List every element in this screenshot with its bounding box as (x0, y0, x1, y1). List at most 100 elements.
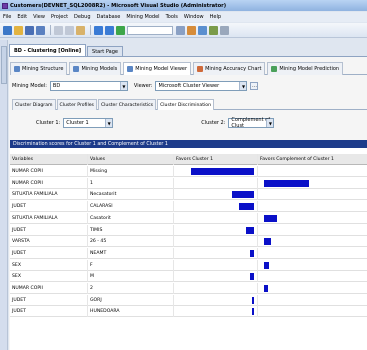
mining-model-select[interactable]: BD ▼ (49, 81, 128, 91)
find-icon[interactable] (176, 25, 185, 35)
tab-mining-models[interactable]: Mining Models (69, 62, 122, 75)
cluster1-select[interactable]: Cluster 1 ▼ (63, 118, 114, 128)
favors-complement-cell (258, 260, 367, 271)
tab-cluster-diagram[interactable]: Cluster Diagram (12, 99, 56, 110)
menu-debug[interactable]: Debug (74, 14, 90, 20)
prediction-icon (271, 66, 278, 72)
properties-icon[interactable] (198, 25, 207, 35)
redo-icon[interactable] (105, 25, 114, 35)
variable-cell: JUDET (10, 306, 88, 318)
favors-complement-cell (258, 201, 367, 212)
table-row[interactable]: NUMAR COPII Missing (10, 166, 367, 177)
solution-explorer-icon[interactable] (187, 25, 196, 35)
mining-model-label: Mining Model: (12, 83, 47, 89)
tab-mining-structure[interactable]: Mining Structure (10, 62, 68, 75)
title-bar: Customers(DEVNET_SQL2008R2) - Microsoft … (0, 0, 367, 11)
favors-cluster1-cell (174, 201, 258, 213)
favors-complement-cell (258, 178, 367, 189)
menu-file[interactable]: File (3, 14, 11, 20)
value-cell: 1 (88, 177, 174, 189)
favors-cluster1-bar (245, 226, 254, 234)
tab-cluster-profiles[interactable]: Cluster Profiles (56, 99, 97, 110)
value-cell: F (88, 259, 174, 271)
variable-cell: JUDET (10, 247, 88, 259)
menu-view[interactable]: View (33, 14, 45, 20)
col-variables[interactable]: Variables (10, 154, 88, 165)
favors-cluster1-cell (174, 259, 258, 271)
variable-cell: JUDET (10, 294, 88, 306)
table-row[interactable]: JUDET HUNEDOARA (10, 306, 367, 318)
chevron-down-icon: ▼ (266, 119, 274, 127)
doc-tab-bd-clustering[interactable]: BD - Clustering [Online] (9, 44, 87, 56)
toolbar-overflow-icon[interactable] (220, 25, 229, 35)
tab-cluster-discrimination[interactable]: Cluster Discrimination (157, 99, 215, 110)
variable-cell: JUDET (10, 224, 88, 236)
menu-help[interactable]: Help (210, 14, 221, 20)
favors-complement-cell (258, 283, 367, 294)
table-row[interactable]: JUDET NEAMT (10, 247, 367, 259)
table-row[interactable]: SITUATIA FAMILIALA Necasatorit (10, 189, 367, 201)
variable-cell: NUMAR COPII (10, 166, 88, 177)
tab-mining-accuracy-chart[interactable]: Mining Accuracy Chart (193, 62, 266, 75)
table-row[interactable]: JUDET GORJ (10, 294, 367, 306)
variable-cell: SEX (10, 259, 88, 271)
copy-icon[interactable] (65, 25, 74, 35)
menu-edit[interactable]: Edit (17, 14, 27, 20)
favors-complement-cell (258, 295, 367, 306)
favors-complement-bar (264, 285, 268, 292)
favors-cluster1-cell (174, 236, 258, 248)
favors-complement-cell (258, 248, 367, 259)
favors-complement-bar (264, 214, 277, 222)
table-header-row: Variables Values Favors Cluster 1 Favors… (10, 154, 367, 165)
favors-complement-cell (258, 236, 367, 247)
visual-studio-icon (2, 2, 8, 9)
table-row[interactable]: NUMAR COPII 1 (10, 177, 367, 189)
new-project-icon[interactable] (3, 25, 12, 35)
variable-cell: JUDET (10, 201, 88, 213)
menu-window[interactable]: Window (184, 14, 204, 20)
col-values[interactable]: Values (88, 154, 174, 165)
start-debug-icon[interactable] (116, 25, 125, 35)
table-row[interactable]: NUMAR COPII 2 (10, 283, 367, 294)
menu-bar: File Edit View Project Debug Database Mi… (0, 12, 367, 22)
tab-mining-model-prediction[interactable]: Mining Model Prediction (267, 62, 344, 75)
table-row[interactable]: SEX M (10, 271, 367, 283)
table-row[interactable]: JUDET CALARASI (10, 201, 367, 213)
doc-tab-start-page[interactable]: Start Page (87, 46, 123, 56)
save-icon[interactable] (25, 25, 34, 35)
open-folder-icon[interactable] (14, 25, 23, 35)
col-favors-cluster1[interactable]: Favors Cluster 1 (174, 154, 258, 165)
cluster2-select[interactable]: Complement of Clust ▼ (228, 117, 275, 129)
left-toolwindow-strip (0, 40, 8, 350)
solution-config-combo[interactable] (127, 25, 173, 35)
table-row[interactable]: SITUATIA FAMILIALA Casatorit (10, 212, 367, 224)
favors-cluster1-cell (174, 166, 258, 177)
value-cell: HUNEDOARA (88, 306, 174, 318)
toolbox-tab[interactable] (1, 46, 7, 84)
cluster2-label: Cluster 2: (201, 120, 226, 126)
table-row[interactable]: VARSTA 26 - 45 (10, 236, 367, 248)
undo-icon[interactable] (94, 25, 103, 35)
chevron-down-icon: ▼ (239, 82, 247, 90)
table-row[interactable]: SEX F (10, 259, 367, 271)
cut-icon[interactable] (54, 25, 63, 35)
save-all-icon[interactable] (36, 25, 45, 35)
tab-cluster-characteristics[interactable]: Cluster Characteristics (97, 99, 157, 110)
mining-structure-icon (14, 66, 20, 72)
favors-cluster1-cell (174, 212, 258, 224)
col-favors-complement[interactable]: Favors Complement of Cluster 1 (258, 154, 367, 165)
menu-database[interactable]: Database (97, 14, 121, 20)
toolbox-icon[interactable] (209, 25, 218, 35)
favors-complement-cell (258, 225, 367, 236)
viewer-select[interactable]: Microsoft Cluster Viewer ▼ (155, 81, 248, 91)
cluster1-label: Cluster 1: (36, 120, 61, 126)
table-row[interactable]: JUDET TIMIS (10, 224, 367, 236)
tab-mining-model-viewer[interactable]: Mining Model Viewer (123, 62, 192, 75)
menu-mining-model[interactable]: Mining Model (126, 14, 159, 20)
viewer-options-button[interactable]: … (250, 82, 259, 90)
value-cell: TIMIS (88, 224, 174, 236)
menu-tools[interactable]: Tools (166, 14, 178, 20)
paste-icon[interactable] (76, 25, 85, 35)
variable-cell: NUMAR COPII (10, 177, 88, 189)
menu-project[interactable]: Project (51, 14, 68, 20)
